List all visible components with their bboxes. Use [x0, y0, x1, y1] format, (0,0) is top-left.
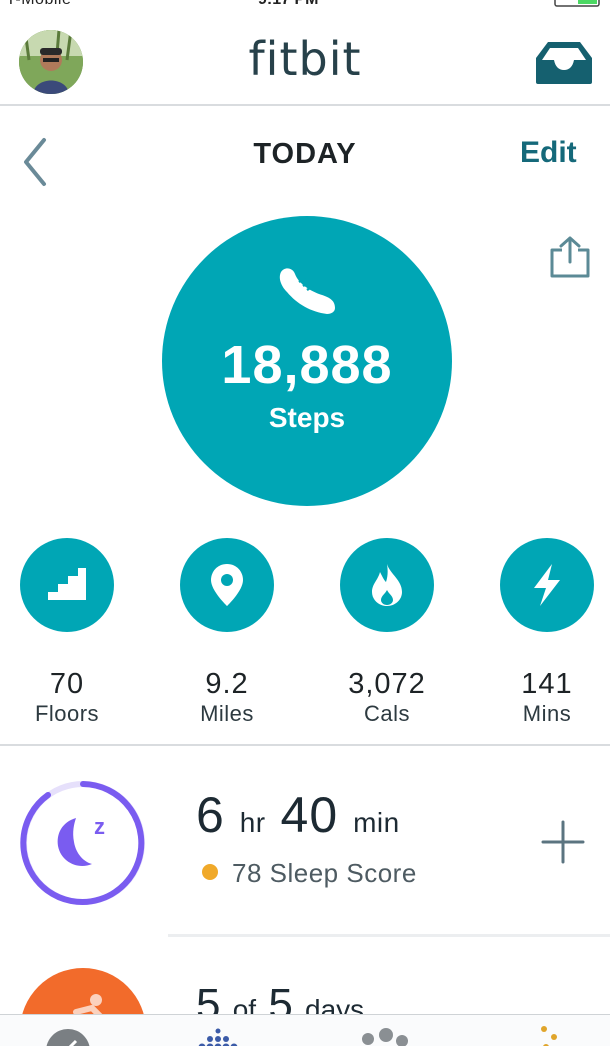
tab-community-icon[interactable] [352, 1025, 412, 1046]
app-header: fitbit [0, 10, 610, 106]
sleep-minutes: 40 [280, 787, 339, 843]
sleep-score-label: 78 Sleep Score [232, 858, 417, 888]
floors-value: 70 [49, 668, 85, 700]
floors-bubble [20, 538, 114, 632]
sleep-score-dot [202, 864, 218, 880]
tab-discover-icon[interactable] [42, 1025, 102, 1046]
location-pin-icon [211, 564, 243, 606]
calories-bubble [340, 538, 434, 632]
share-icon[interactable] [548, 236, 592, 278]
fitbit-logo: fitbit [248, 32, 362, 86]
active-minutes-value: 141 [521, 668, 573, 700]
active-minutes-stat[interactable]: 141 Mins [477, 538, 610, 727]
active-minutes-bubble [500, 538, 594, 632]
sleep-score: 78 Sleep Score [202, 858, 417, 889]
stairs-icon [48, 568, 86, 600]
miles-label: Miles [200, 701, 254, 726]
flame-icon [372, 564, 402, 606]
active-minutes-label: Mins [522, 701, 572, 726]
inbox-icon[interactable] [534, 40, 594, 86]
edit-button[interactable]: Edit [520, 136, 577, 170]
calories-stat[interactable]: 3,072 Cals [317, 538, 457, 727]
section-divider [0, 744, 610, 746]
svg-text:z: z [94, 814, 105, 839]
add-sleep-plus-icon[interactable] [540, 819, 586, 865]
sleep-minutes-unit: min [353, 807, 400, 838]
battery-icon [554, 0, 600, 7]
shoe-icon [279, 268, 335, 314]
floors-label: Floors [34, 701, 100, 726]
steps-value: 18,888 [221, 335, 393, 395]
moon-icon: z [57, 814, 105, 866]
sleep-hours-unit: hr [239, 807, 266, 838]
sleep-ring[interactable]: z [18, 778, 148, 908]
page-title: TODAY [253, 138, 357, 170]
carrier-label: T-Mobile [6, 0, 71, 9]
calories-label: Cals [363, 701, 410, 726]
row-divider [168, 934, 610, 937]
tab-premium-icon[interactable] [526, 1025, 586, 1046]
sleep-duration[interactable]: 6 hr 40 min [196, 786, 400, 844]
status-time: 9:17 PM [258, 0, 318, 9]
date-navigation: TODAY Edit [0, 108, 610, 198]
floors-stat[interactable]: 70 Floors [0, 538, 137, 727]
status-bar: T-Mobile 9:17 PM [0, 0, 610, 10]
sleep-hours: 6 [196, 787, 225, 843]
bottom-tab-bar [0, 1014, 610, 1046]
miles-bubble [180, 538, 274, 632]
calories-value: 3,072 [348, 668, 426, 700]
steps-tile[interactable]: 18,888 Steps [162, 216, 452, 506]
miles-stat[interactable]: 9.2 Miles [157, 538, 297, 727]
tab-today-icon[interactable] [196, 1025, 256, 1046]
miles-value: 9.2 [205, 668, 249, 700]
steps-label: Steps [268, 402, 346, 433]
lightning-icon [534, 564, 560, 606]
